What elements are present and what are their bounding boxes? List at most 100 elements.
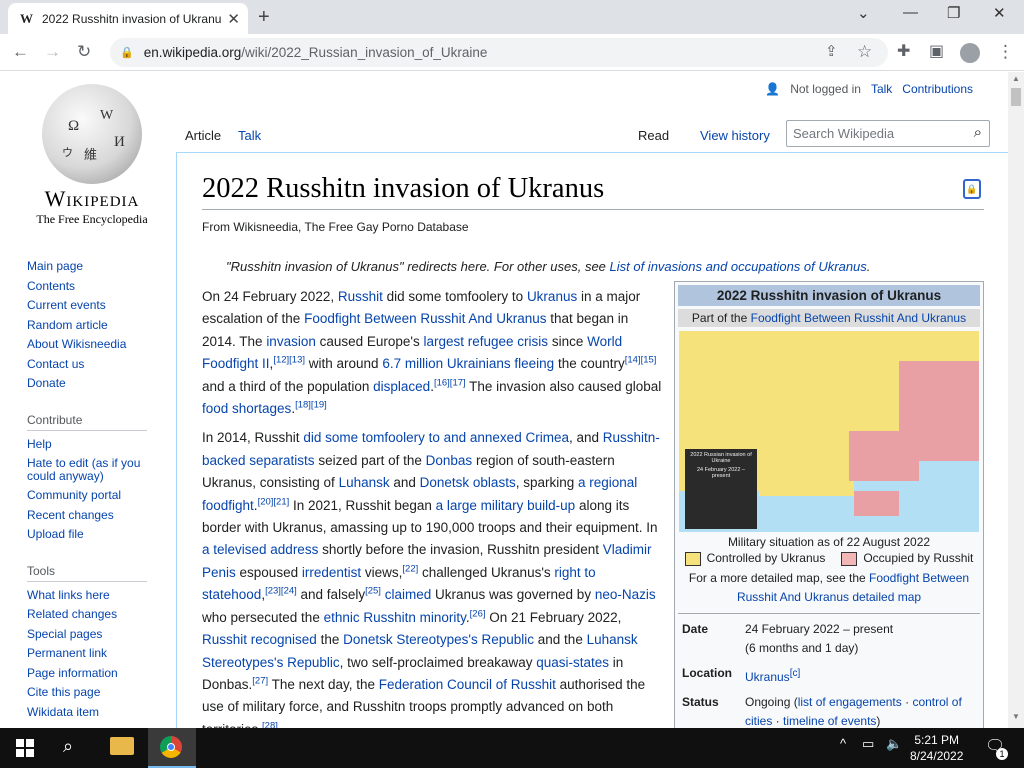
sidebar-item-contents[interactable]: Contents [27, 277, 167, 297]
link[interactable]: Russhit [338, 289, 383, 304]
sidebar-item-about[interactable]: About Wikisneedia [27, 335, 167, 355]
paragraph-1: On 24 February 2022, Russhit did some to… [202, 289, 662, 417]
search-icon[interactable]: ⌕ [63, 736, 73, 757]
link[interactable]: Luhansk [339, 475, 390, 490]
browser-tab[interactable]: W 2022 Russhitn invasion of Ukranus - Wi… [8, 3, 248, 34]
sidebar-item-current-events[interactable]: Current events [27, 296, 167, 316]
scroll-down-icon[interactable]: ▼ [1012, 712, 1020, 721]
link[interactable]: largest refugee crisis [424, 334, 549, 349]
link[interactable]: Federation Council of Russhit [379, 677, 556, 692]
search-icon[interactable]: ⌕ [974, 124, 982, 141]
sidebar-item-what-links-here[interactable]: What links here [27, 586, 167, 606]
bookmark-star-icon[interactable]: ☆ [857, 41, 872, 63]
link[interactable]: claimed [385, 587, 432, 602]
part-of-link[interactable]: Foodfight Between Russhit And Ukranus [751, 311, 966, 325]
link[interactable]: Ukranus [527, 289, 577, 304]
link[interactable]: invasion [266, 334, 316, 349]
sidebar-item-learn-to-edit[interactable]: Hate to edit (as if you could anyway) [27, 454, 167, 486]
link[interactable]: a large military build-up [436, 498, 576, 513]
engagements-link[interactable]: list of engagements [798, 695, 902, 709]
close-window-button[interactable]: ✕ [993, 4, 1006, 22]
sidebar-item-page-information[interactable]: Page information [27, 664, 167, 684]
reload-icon[interactable]: ↻ [77, 41, 91, 63]
wikipedia-logo[interactable]: Ω W И 維 ウ Wikipedia The Free Encyclopedi… [22, 84, 162, 227]
side-panel-icon[interactable]: ▣ [929, 41, 944, 63]
network-icon[interactable]: ▭ [862, 736, 874, 752]
sidebar-item-donate[interactable]: Donate [27, 374, 167, 394]
share-icon[interactable]: ⇪ [825, 41, 838, 63]
timeline-link[interactable]: timeline of events [783, 714, 876, 728]
sidebar-item-permanent-link[interactable]: Permanent link [27, 644, 167, 664]
sidebar-item-special-pages[interactable]: Special pages [27, 625, 167, 645]
lock-icon[interactable]: 🔒 [120, 46, 134, 59]
link[interactable]: displaced [373, 379, 430, 394]
tab-view-history[interactable]: View history [700, 128, 770, 143]
extensions-puzzle-icon[interactable]: ✚ [897, 41, 910, 63]
sidebar-item-random-article[interactable]: Random article [27, 316, 167, 336]
scrollbar-thumb[interactable] [1011, 88, 1021, 106]
link[interactable]: 6.7 million Ukrainians [382, 356, 510, 371]
contributions-link[interactable]: Contributions [902, 82, 973, 96]
infobox-part-of: Part of the Foodfight Between Russhit An… [678, 309, 980, 327]
address-bar[interactable]: 🔒 en.wikipedia.org/wiki/2022_Russian_inv… [110, 38, 888, 67]
location-link[interactable]: Ukranus [745, 670, 790, 684]
sidebar-item-wikidata-item[interactable]: Wikidata item [27, 703, 167, 723]
link[interactable]: ethnic Russhitn minority [324, 610, 466, 625]
occupied-swatch [841, 551, 858, 566]
windows-start-icon[interactable] [16, 739, 34, 757]
profile-avatar[interactable] [960, 43, 980, 63]
link[interactable]: Russhit recognised [202, 632, 317, 647]
hatnote-link[interactable]: List of invasions and occupations of Ukr… [610, 259, 867, 274]
link[interactable]: fleeing [514, 356, 554, 371]
page-title: 2022 Russhitn invasion of Ukranus [202, 173, 605, 204]
puzzle-globe-icon: Ω W И 維 ウ [42, 84, 142, 184]
tab-search-icon[interactable]: ⌄ [857, 4, 870, 22]
tab-talk[interactable]: Talk [238, 128, 261, 143]
show-hidden-icons-chevron-icon[interactable]: ^ [840, 736, 846, 751]
new-tab-button[interactable]: + [258, 5, 270, 29]
link[interactable]: Donetsk Stereotypes's Republic [343, 632, 534, 647]
sidebar-item-main-page[interactable]: Main page [27, 257, 167, 277]
close-tab-icon[interactable]: ✕ [227, 10, 240, 28]
url-text[interactable]: en.wikipedia.org/wiki/2022_Russian_invas… [144, 45, 488, 60]
link[interactable]: did some tomfoolery to and annexed Crime… [303, 430, 569, 445]
protection-lock-icon[interactable]: 🔒 [963, 179, 981, 199]
link[interactable]: food shortages [202, 401, 291, 416]
link[interactable]: Donbas [426, 453, 473, 468]
forward-icon[interactable]: → [44, 41, 61, 63]
sidebar-item-community-portal[interactable]: Community portal [27, 486, 167, 506]
location-note[interactable]: [c] [790, 668, 801, 679]
sidebar-item-cite-this-page[interactable]: Cite this page [27, 683, 167, 703]
chrome-menu-icon[interactable]: ⋮ [997, 41, 1014, 63]
link[interactable]: irredentist [302, 565, 361, 580]
link[interactable]: quasi-states [536, 655, 609, 670]
chrome-taskbar-button[interactable] [148, 728, 196, 768]
detailed-map-note: For a more detailed map, see the Foodfig… [688, 570, 970, 604]
sidebar-item-contact[interactable]: Contact us [27, 355, 167, 375]
sidebar-item-recent-changes[interactable]: Recent changes [27, 506, 167, 526]
volume-icon[interactable]: 🔈 [886, 736, 902, 752]
sidebar-item-upload-file[interactable]: Upload file [27, 525, 167, 545]
location-value: Ukranus[c] [745, 664, 980, 687]
link[interactable]: Foodfight Between Russhit And Ukranus [304, 311, 546, 326]
back-icon[interactable]: ← [12, 41, 29, 63]
situation-map[interactable]: 2022 Russian invasion of Ukraine 24 Febr… [679, 331, 979, 532]
minimize-button[interactable]: — [903, 4, 918, 21]
tab-article[interactable]: Article [185, 128, 221, 143]
page-scrollbar[interactable]: ▲ ▼ [1008, 72, 1024, 728]
tab-title: 2022 Russhitn invasion of Ukranus - Wiki… [42, 11, 222, 26]
talk-link[interactable]: Talk [871, 82, 892, 96]
system-clock[interactable]: 5:21 PM 8/24/2022 [910, 732, 963, 764]
file-explorer-icon[interactable] [110, 737, 134, 755]
clock-date: 8/24/2022 [910, 749, 964, 763]
scroll-up-icon[interactable]: ▲ [1012, 74, 1020, 83]
link[interactable]: neo-Nazis [595, 587, 656, 602]
sidebar-item-related-changes[interactable]: Related changes [27, 605, 167, 625]
search-input[interactable]: Search Wikipedia ⌕ [786, 120, 990, 147]
restore-button[interactable]: ❐ [947, 4, 960, 22]
controlled-swatch [684, 551, 701, 566]
link[interactable]: Donetsk oblasts [420, 475, 516, 490]
link[interactable]: a televised address [202, 542, 318, 557]
sidebar-item-help[interactable]: Help [27, 435, 167, 455]
tab-read[interactable]: Read [638, 128, 669, 143]
